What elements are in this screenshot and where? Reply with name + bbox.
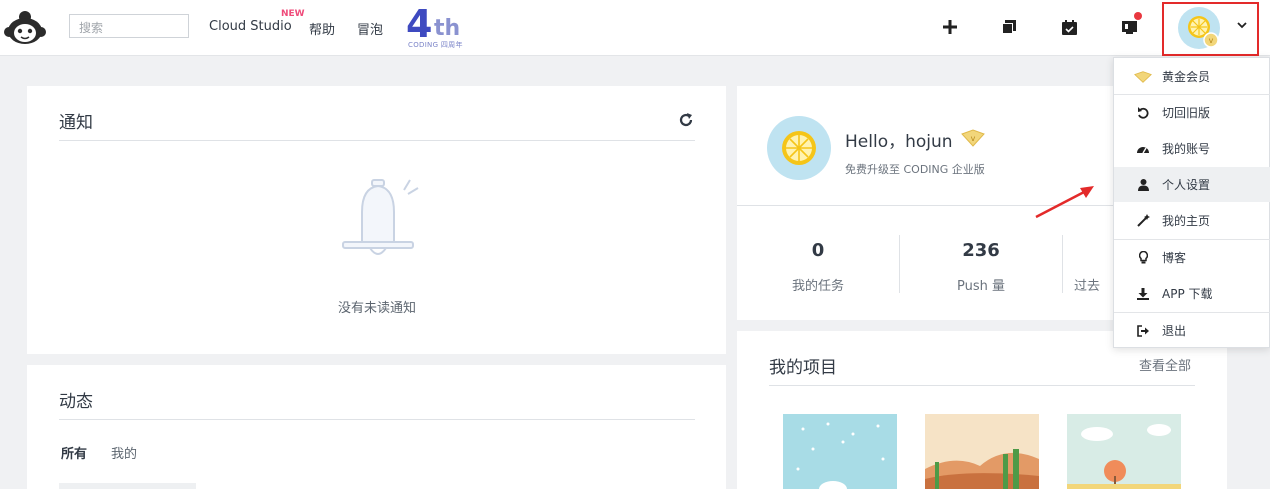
stat-push-value[interactable]: 236 [921, 240, 1041, 261]
gold-member-icon [1134, 70, 1152, 83]
anniversary-suffix: th [434, 16, 461, 41]
svg-text:v: v [971, 134, 976, 143]
nav-cloud-studio[interactable]: Cloud Studio [209, 19, 292, 34]
menu-item-label: 个人设置 [1162, 178, 1211, 192]
project-cover[interactable] [925, 414, 1039, 489]
menu-item-label: 退出 [1162, 324, 1187, 338]
stat-push-label: Push 量 [957, 279, 1005, 294]
nav-help[interactable]: 帮助 [309, 19, 335, 38]
dashboard-icon [1137, 146, 1149, 153]
divider [899, 235, 900, 293]
profile-avatar[interactable] [767, 116, 831, 180]
project-cover[interactable] [1067, 414, 1181, 489]
menu-item-label: APP 下载 [1162, 287, 1213, 301]
menu-item-gold-member[interactable]: 黄金会员 [1114, 59, 1270, 94]
calendar-check-icon[interactable] [1058, 16, 1080, 38]
notifications-title: 通知 [59, 113, 93, 133]
menu-item-my-account[interactable]: 我的账号 [1114, 131, 1270, 166]
menu-item-blog[interactable]: 博客 [1114, 240, 1270, 275]
sign-out-icon [1137, 324, 1149, 337]
gold-member-icon: v [961, 129, 985, 147]
user-icon [1137, 178, 1149, 191]
upgrade-link[interactable]: 免费升级至 CODING 企业版 [845, 161, 985, 177]
stat-tasks-value[interactable]: 0 [758, 240, 878, 261]
empty-notifications-text: 没有未读通知 [337, 301, 416, 316]
stat-past-label: 过去 [1073, 279, 1100, 294]
menu-item-personal-settings[interactable]: 个人设置 [1114, 167, 1270, 202]
menu-item-homepage[interactable]: 我的主页 [1114, 203, 1270, 238]
stat-tasks-label: 我的任务 [791, 279, 844, 294]
menu-item-legacy-version[interactable]: 切回旧版 [1114, 95, 1270, 130]
bell-icon [342, 179, 419, 255]
projects-title: 我的项目 [769, 358, 837, 378]
view-all-link[interactable]: 查看全部 [1139, 355, 1191, 374]
chevron-down-icon[interactable] [1236, 19, 1248, 31]
user-dropdown-menu: 黄金会员 切回旧版 我的账号 个人设置 我的主页 博客 APP 下载 退出 [1113, 57, 1270, 348]
menu-item-label: 黄金会员 [1162, 70, 1211, 84]
activity-placeholder [59, 483, 196, 489]
nav-bubble[interactable]: 冒泡 [357, 19, 383, 38]
annotation-arrow-icon [1035, 186, 1094, 219]
tab-mine[interactable]: 我的 [111, 443, 137, 462]
anniversary-caption: CODING 四周年 [408, 41, 463, 49]
undo-icon [1138, 106, 1149, 119]
lightbulb-icon [1138, 251, 1148, 264]
menu-item-label: 我的账号 [1162, 142, 1211, 156]
activity-card [27, 365, 726, 489]
greeting: Hello，hojun [845, 132, 953, 152]
divider [59, 140, 695, 141]
tab-all[interactable]: 所有 [61, 443, 87, 462]
search-input[interactable]: 搜索 [69, 14, 189, 38]
anniversary-banner[interactable]: 4 th CODING 四周年 [406, 2, 476, 50]
copy-icon[interactable] [998, 16, 1020, 38]
divider [59, 419, 695, 420]
download-icon [1137, 287, 1149, 300]
menu-item-app-download[interactable]: APP 下载 [1114, 276, 1270, 311]
user-avatar[interactable]: v [1178, 7, 1220, 49]
activity-title: 动态 [59, 392, 93, 412]
top-navbar: 搜索 Cloud Studio NEW 帮助 冒泡 4 th CODING 四周… [0, 0, 1270, 56]
plus-icon[interactable] [939, 16, 961, 38]
project-cover[interactable] [783, 414, 897, 489]
magic-wand-icon [1136, 214, 1150, 227]
notification-dot [1134, 12, 1142, 20]
refresh-icon[interactable] [678, 112, 694, 128]
svg-text:v: v [1209, 36, 1214, 45]
menu-item-label: 切回旧版 [1162, 106, 1211, 120]
coding-logo-icon[interactable] [4, 9, 46, 47]
menu-item-logout[interactable]: 退出 [1114, 313, 1270, 348]
menu-item-label: 我的主页 [1162, 214, 1211, 228]
divider [769, 385, 1195, 386]
new-badge: NEW [281, 9, 305, 19]
menu-item-label: 博客 [1162, 251, 1187, 265]
